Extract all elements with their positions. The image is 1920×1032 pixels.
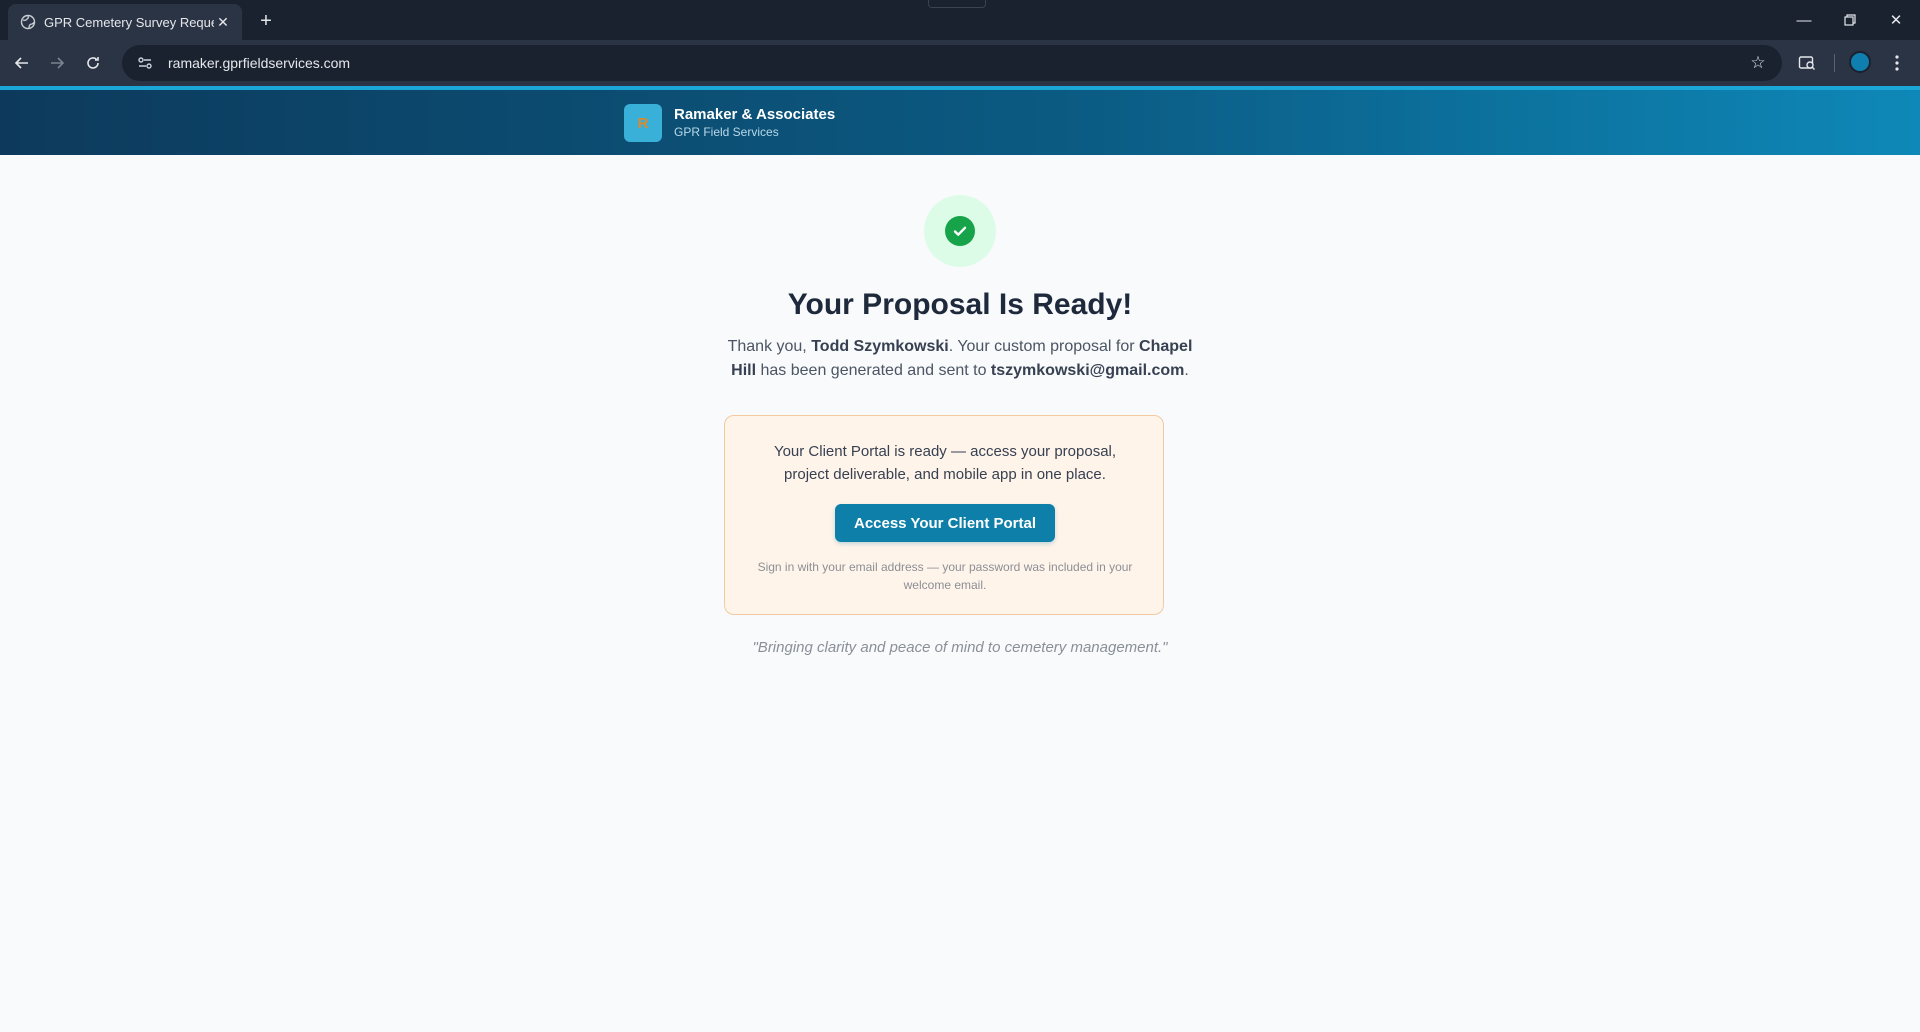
close-tab-icon[interactable]: ✕: [214, 13, 232, 31]
address-bar[interactable]: ramaker.gprfieldservices.com ☆: [122, 45, 1782, 81]
minimize-icon[interactable]: —: [1792, 8, 1816, 32]
thanks-suffix: .: [1184, 362, 1189, 379]
portal-sign-in-note: Sign in with your email address — your p…: [757, 560, 1133, 592]
forward-icon[interactable]: [45, 51, 69, 75]
toolbar-divider: [1834, 54, 1835, 72]
browser-tab[interactable]: GPR Cemetery Survey Request - ✕: [8, 4, 242, 40]
globe-icon: [20, 14, 36, 30]
site-settings-icon[interactable]: [136, 54, 154, 72]
company-tagline: "Bringing clarity and peace of mind to c…: [752, 639, 1168, 656]
checkmark-icon: [945, 216, 975, 246]
client-name: Todd Szymkowski: [811, 338, 949, 355]
tab-search-icon[interactable]: [1795, 51, 1819, 75]
back-icon[interactable]: [10, 51, 34, 75]
tab-title: GPR Cemetery Survey Request -: [44, 14, 214, 30]
bookmark-star-icon[interactable]: ☆: [1748, 53, 1768, 73]
client-portal-card: Your Client Portal is ready — access you…: [724, 415, 1164, 615]
logo-letter: R: [637, 114, 649, 132]
confirmation-message: Thank you, Todd Szymkowski. Your custom …: [720, 335, 1200, 383]
client-email: tszymkowski@gmail.com: [990, 362, 1185, 379]
profile-avatar[interactable]: [1849, 51, 1871, 73]
brand-name: Ramaker & Associates: [674, 106, 836, 123]
more-menu-icon[interactable]: [1885, 51, 1909, 75]
brand-subtitle: GPR Field Services: [674, 125, 779, 139]
access-client-portal-button[interactable]: Access Your Client Portal: [835, 504, 1055, 542]
thanks-mid: . Your custom proposal for: [948, 338, 1140, 355]
url-text: ramaker.gprfieldservices.com: [168, 55, 351, 71]
brand-logo[interactable]: R: [624, 104, 662, 142]
portal-description: Your Client Portal is ready — access you…: [773, 443, 1117, 483]
reload-icon[interactable]: [81, 51, 105, 75]
page-title: Your Proposal Is Ready!: [787, 288, 1133, 321]
restore-icon[interactable]: [1838, 8, 1862, 32]
thanks-mid2: has been generated and sent to: [756, 362, 991, 379]
new-tab-icon[interactable]: +: [254, 9, 278, 33]
site-header: R Ramaker & Associates GPR Field Service…: [0, 90, 1920, 155]
success-badge: [924, 195, 996, 267]
browser-tabbar: GPR Cemetery Survey Request - ✕ + — ✕: [0, 0, 1920, 40]
window-drag-handle[interactable]: [928, 0, 986, 8]
browser-toolbar: ramaker.gprfieldservices.com ☆: [0, 40, 1920, 86]
close-window-icon[interactable]: ✕: [1884, 8, 1908, 32]
main-content: Your Proposal Is Ready! Thank you, Todd …: [0, 155, 1920, 1032]
thanks-prefix: Thank you,: [727, 338, 812, 355]
